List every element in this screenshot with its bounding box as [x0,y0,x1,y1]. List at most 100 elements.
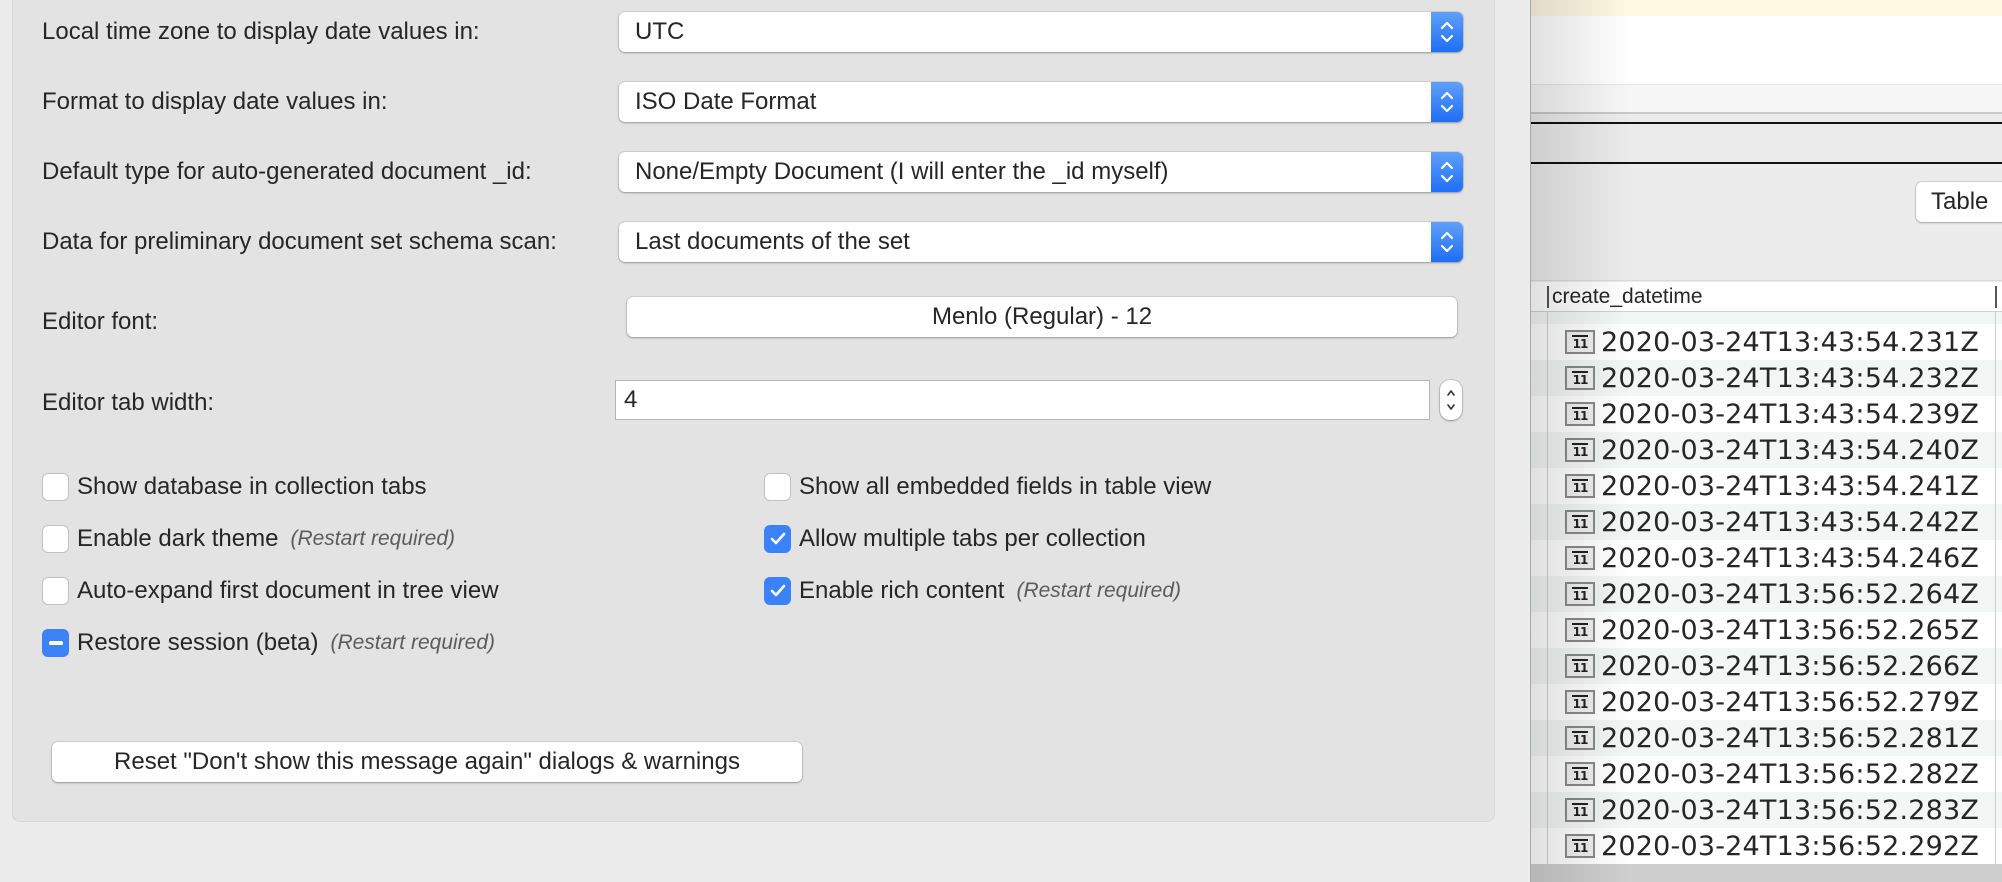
create-datetime-value: 2020-03-24T13:56:52.264Z [1601,578,1980,610]
calendar-date-icon-bar [1572,839,1588,841]
create-datetime-value: 2020-03-24T13:56:52.265Z [1601,614,1980,646]
up-down-chevron-icon [1447,390,1455,410]
checkbox-show-embedded-fields[interactable]: Show all embedded fields in table view [764,473,1211,501]
id-type-label: Default type for auto-generated document… [42,158,532,185]
create-datetime-value: 2020-03-24T13:56:52.282Z [1601,758,1980,790]
table-row[interactable]: 11 2020-03-24T13:56:52.281Z [1531,720,2002,756]
checkbox-label: Enable dark theme [77,525,279,552]
up-down-chevron-icon [1431,152,1463,192]
column-resize-handle[interactable] [1995,286,1997,308]
id-type-select[interactable]: None/Empty Document (I will enter the _i… [619,152,1463,192]
schema-scan-select-value: Last documents of the set [635,228,910,255]
checkbox-allow-multiple-tabs[interactable]: Allow multiple tabs per collection [764,525,1146,553]
table-row[interactable]: 11 2020-03-24T13:43:54.239Z [1531,396,2002,432]
column-resize-handle[interactable] [1547,285,1549,308]
table-row[interactable]: 11 2020-03-24T13:56:52.292Z [1531,828,2002,864]
reset-dialogs-button[interactable]: Reset "Don't show this message again" di… [52,742,802,782]
calendar-date-icon-number: 11 [1572,697,1589,711]
calendar-date-icon-bar [1572,515,1588,517]
calendar-date-icon-number: 11 [1572,733,1589,747]
calendar-date-icon-bar [1572,551,1588,553]
calendar-date-icon: 11 [1565,402,1595,426]
checkbox-label: Restore session (beta) [77,629,319,656]
table-row[interactable]: 11 2020-03-24T13:43:54.231Z [1531,324,2002,360]
column-divider [1995,312,1996,864]
timezone-select[interactable]: UTC [619,12,1463,52]
date-format-label: Format to display date values in: [42,88,388,115]
checkbox-unchecked[interactable] [42,525,69,553]
table-row[interactable]: 11 2020-03-24T13:56:52.266Z [1531,648,2002,684]
calendar-date-icon: 11 [1565,330,1595,354]
checkbox-auto-expand-first-document[interactable]: Auto-expand first document in tree view [42,577,499,605]
calendar-date-icon-number: 11 [1572,841,1589,855]
checkbox-enable-dark-theme[interactable]: Enable dark theme (Restart required) [42,525,455,553]
calendar-date-icon: 11 [1565,654,1595,678]
table-row[interactable]: 11 2020-03-24T13:43:54.232Z [1531,360,2002,396]
checkmark-icon [770,584,785,597]
calendar-date-icon-bar [1572,443,1588,445]
create-datetime-value: 2020-03-24T13:43:54.241Z [1601,470,1980,502]
schema-scan-label: Data for preliminary document set schema… [42,228,557,255]
calendar-date-icon-bar [1572,407,1588,409]
tab-width-stepper[interactable] [1440,380,1462,420]
calendar-date-icon-number: 11 [1572,625,1589,639]
table-row[interactable]: 11 2020-03-24T13:56:52.283Z [1531,792,2002,828]
checkbox-restore-session[interactable]: Restore session (beta) (Restart required… [42,629,495,657]
checkbox-show-database-in-tabs[interactable]: Show database in collection tabs [42,473,427,501]
calendar-date-icon-bar [1572,371,1588,373]
view-mode-select[interactable]: Table [1916,182,2002,222]
timezone-label: Local time zone to display date values i… [42,18,480,45]
calendar-date-icon-number: 11 [1572,409,1589,423]
minus-icon [48,641,63,645]
query-editor-area[interactable] [1531,16,2002,84]
checkbox-unchecked[interactable] [42,473,69,501]
calendar-date-icon-number: 11 [1572,517,1589,531]
editor-font-button[interactable]: Menlo (Regular) - 12 [627,297,1457,337]
table-row[interactable]: 11 2020-03-24T13:43:54.246Z [1531,540,2002,576]
calendar-date-icon-bar [1572,587,1588,589]
table-row[interactable]: 11 2020-03-24T13:43:54.241Z [1531,468,2002,504]
checkbox-label: Show all embedded fields in table view [799,473,1212,500]
calendar-date-icon-bar [1572,623,1588,625]
up-down-chevron-icon [1431,82,1463,122]
calendar-date-icon: 11 [1565,618,1595,642]
checkmark-icon [770,532,785,545]
calendar-date-icon-bar [1572,335,1588,337]
create-datetime-value: 2020-03-24T13:43:54.240Z [1601,434,1980,466]
table-row[interactable]: 11 2020-03-24T13:56:52.279Z [1531,684,2002,720]
table-row[interactable]: 11 2020-03-24T13:56:52.265Z [1531,612,2002,648]
checkbox-checked[interactable] [764,577,791,605]
calendar-date-icon: 11 [1565,546,1595,570]
create-datetime-value: 2020-03-24T13:56:52.283Z [1601,794,1980,826]
table-row[interactable]: 11 2020-03-24T13:43:54.240Z [1531,432,2002,468]
create-datetime-value: 2020-03-24T13:56:52.279Z [1601,686,1980,718]
restart-required-note: (Restart required) [290,527,456,550]
table-row[interactable]: 11 2020-03-24T13:43:54.242Z [1531,504,2002,540]
calendar-date-icon: 11 [1565,834,1595,858]
date-format-select-value: ISO Date Format [635,88,817,115]
calendar-date-icon: 11 [1565,438,1595,462]
horizontal-scrollbar[interactable] [1531,864,2002,882]
calendar-date-icon-number: 11 [1572,337,1589,351]
calendar-date-icon-number: 11 [1572,481,1589,495]
checkbox-mixed[interactable] [42,629,69,657]
checkbox-unchecked[interactable] [764,473,791,501]
checkbox-unchecked[interactable] [42,577,69,605]
restart-required-note: (Restart required) [330,631,496,654]
editor-status-strip [1531,84,2002,114]
schema-scan-select[interactable]: Last documents of the set [619,222,1463,262]
create-datetime-value: 2020-03-24T13:43:54.239Z [1601,398,1980,430]
checkbox-enable-rich-content[interactable]: Enable rich content (Restart required) [764,577,1181,605]
editor-tab-width-input[interactable]: 4 [615,380,1430,420]
results-table: 11 2020-03-24T13:43:54.231Z 11 2020-03-24T1… [1531,312,2002,864]
calendar-date-icon-number: 11 [1572,445,1589,459]
table-row-partial[interactable] [1531,312,2002,324]
column-header-create-datetime[interactable]: create_datetime [1552,285,1703,309]
calendar-date-icon: 11 [1565,474,1595,498]
table-header: create_datetime [1531,282,2002,312]
table-row[interactable]: 11 2020-03-24T13:56:52.264Z [1531,576,2002,612]
calendar-date-icon-number: 11 [1572,553,1589,567]
date-format-select[interactable]: ISO Date Format [619,82,1463,122]
checkbox-checked[interactable] [764,525,791,553]
table-row[interactable]: 11 2020-03-24T13:56:52.282Z [1531,756,2002,792]
